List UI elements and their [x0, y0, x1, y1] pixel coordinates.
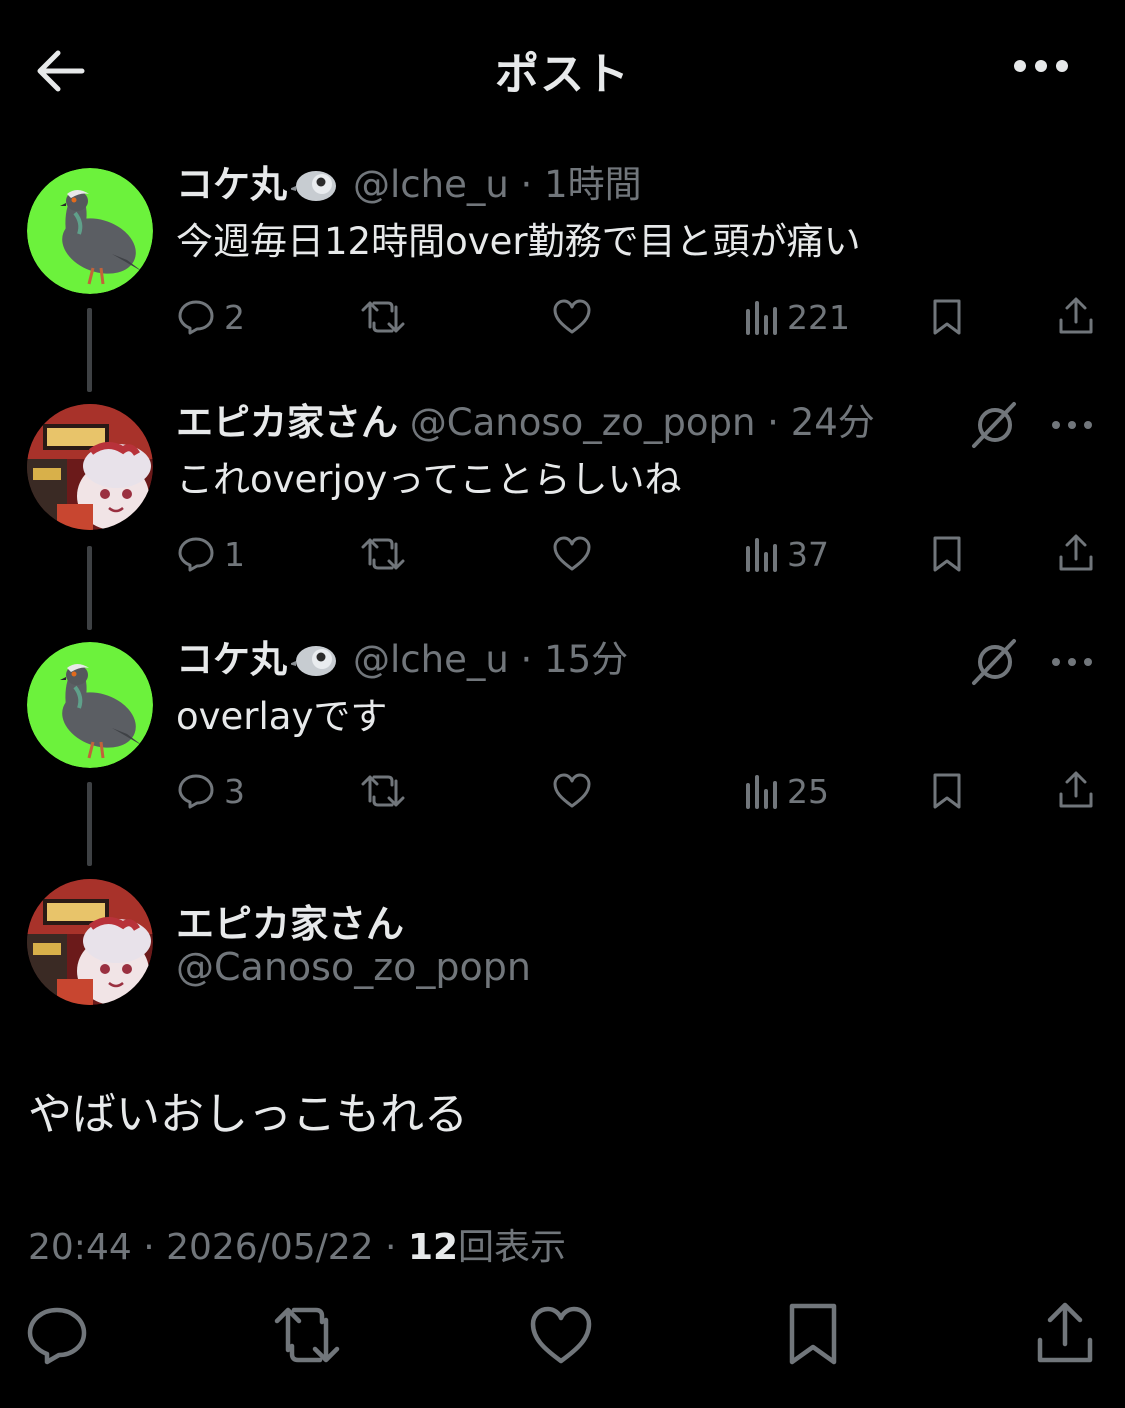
tweet-header: エピカ家さん @Canoso_zo_popn · 24分	[176, 401, 875, 445]
main-post-text: やばいおしっこもれる	[28, 1089, 468, 1140]
reply-button[interactable]: 1	[176, 529, 245, 579]
reply-bubble-icon[interactable]	[22, 1300, 92, 1370]
avatar-anime-girl[interactable]	[27, 879, 153, 1005]
pigeon-emoji-icon	[289, 642, 337, 688]
heart-icon	[551, 534, 593, 574]
top-bar: ポスト	[0, 0, 1125, 135]
post-meta: 20:44 · 2026/05/22 · 12回表示	[28, 1218, 566, 1270]
share-icon	[1056, 533, 1096, 575]
views-label: 回表示	[458, 1227, 567, 1268]
tweet-actions: 3 25	[0, 766, 1125, 816]
post-time[interactable]: 24分	[791, 401, 875, 444]
author-name[interactable]: エピカ家さん	[176, 401, 398, 444]
grok-icon[interactable]	[970, 400, 1020, 454]
views-button[interactable]: 25	[743, 766, 829, 816]
tweet-actions: 2 221	[0, 292, 1125, 342]
author-handle[interactable]: @lche_u	[353, 163, 509, 206]
reply-bubble-icon	[176, 534, 216, 574]
main-author-name[interactable]: エピカ家さん	[176, 893, 404, 948]
share-button[interactable]	[1056, 766, 1096, 816]
author-handle[interactable]: @lche_u	[353, 638, 509, 681]
author-name[interactable]: コケ丸	[176, 638, 287, 681]
separator-dot: ·	[755, 401, 791, 444]
post-time[interactable]: 1時間	[544, 163, 642, 206]
reply-button[interactable]: 3	[176, 766, 245, 816]
heart-icon	[551, 297, 593, 337]
separator-dot: ·	[373, 1227, 408, 1268]
author-handle[interactable]: @Canoso_zo_popn	[410, 401, 756, 444]
tweet-actions: 1 37	[0, 529, 1125, 579]
share-button[interactable]	[1056, 529, 1096, 579]
main-author-handle[interactable]: @Canoso_zo_popn	[176, 945, 531, 989]
reply-bubble-icon	[176, 771, 216, 811]
avatar-pigeon[interactable]	[27, 168, 153, 294]
tweet-text: overlayです	[176, 695, 388, 738]
like-button[interactable]	[551, 292, 593, 342]
tweet-header: コケ丸 @lche_u · 1時間	[176, 163, 642, 213]
more-options-icon[interactable]	[1049, 408, 1095, 446]
avatar-anime-girl[interactable]	[27, 404, 153, 530]
views-bar-chart-icon	[743, 534, 779, 574]
like-button[interactable]	[551, 529, 593, 579]
reply-count: 2	[224, 297, 245, 337]
bookmark-icon	[929, 297, 965, 337]
share-icon[interactable]	[1030, 1300, 1100, 1370]
views-bar-chart-icon	[743, 771, 779, 811]
separator-dot: ·	[131, 1227, 167, 1268]
repost-icon	[360, 534, 406, 574]
more-options-icon[interactable]	[1006, 46, 1076, 86]
bookmark-icon	[929, 771, 965, 811]
heart-icon	[551, 771, 593, 811]
reply-count: 3	[224, 771, 245, 811]
views-button[interactable]: 221	[743, 292, 850, 342]
author-name[interactable]: コケ丸	[176, 163, 287, 206]
bookmark-icon	[929, 534, 965, 574]
like-button[interactable]	[551, 766, 593, 816]
repost-icon	[360, 297, 406, 337]
views-count: 221	[787, 297, 850, 337]
repost-icon	[360, 771, 406, 811]
post-date: 2026/05/22	[166, 1227, 374, 1268]
reply-button[interactable]: 2	[176, 292, 245, 342]
bookmark-button[interactable]	[929, 529, 965, 579]
share-icon	[1056, 296, 1096, 338]
heart-icon[interactable]	[526, 1300, 596, 1370]
repost-icon[interactable]	[272, 1300, 342, 1370]
post-screen: ポスト コケ丸 @lche_u · 1時間 今週毎日12時間over勤務で目と頭…	[0, 0, 1125, 1408]
views-bar-chart-icon	[743, 297, 779, 337]
more-options-icon[interactable]	[1049, 645, 1095, 683]
tweet-text: 今週毎日12時間over勤務で目と頭が痛い	[176, 220, 861, 263]
views-button[interactable]: 37	[743, 529, 829, 579]
grok-icon[interactable]	[970, 637, 1020, 691]
separator-dot: ·	[508, 163, 545, 206]
post-time: 20:44	[28, 1227, 132, 1268]
bookmark-icon[interactable]	[778, 1300, 848, 1370]
repost-button[interactable]	[360, 529, 406, 579]
repost-button[interactable]	[360, 292, 406, 342]
views-count: 25	[787, 771, 829, 811]
reply-count: 1	[224, 534, 245, 574]
repost-button[interactable]	[360, 766, 406, 816]
views-count[interactable]: 12	[408, 1227, 458, 1268]
separator-dot: ·	[508, 638, 545, 681]
share-icon	[1056, 770, 1096, 812]
tweet-header: コケ丸 @lche_u · 15分	[176, 638, 628, 688]
pigeon-emoji-icon	[289, 167, 337, 213]
reply-bubble-icon	[176, 297, 216, 337]
bookmark-button[interactable]	[929, 292, 965, 342]
views-count: 37	[787, 534, 829, 574]
share-button[interactable]	[1056, 292, 1096, 342]
bookmark-button[interactable]	[929, 766, 965, 816]
tweet-text: これoverjoyってことらしいね	[176, 458, 682, 501]
avatar-pigeon[interactable]	[27, 642, 153, 768]
main-post-actions	[0, 1300, 1125, 1380]
post-time[interactable]: 15分	[544, 638, 628, 681]
page-title: ポスト	[495, 49, 630, 100]
